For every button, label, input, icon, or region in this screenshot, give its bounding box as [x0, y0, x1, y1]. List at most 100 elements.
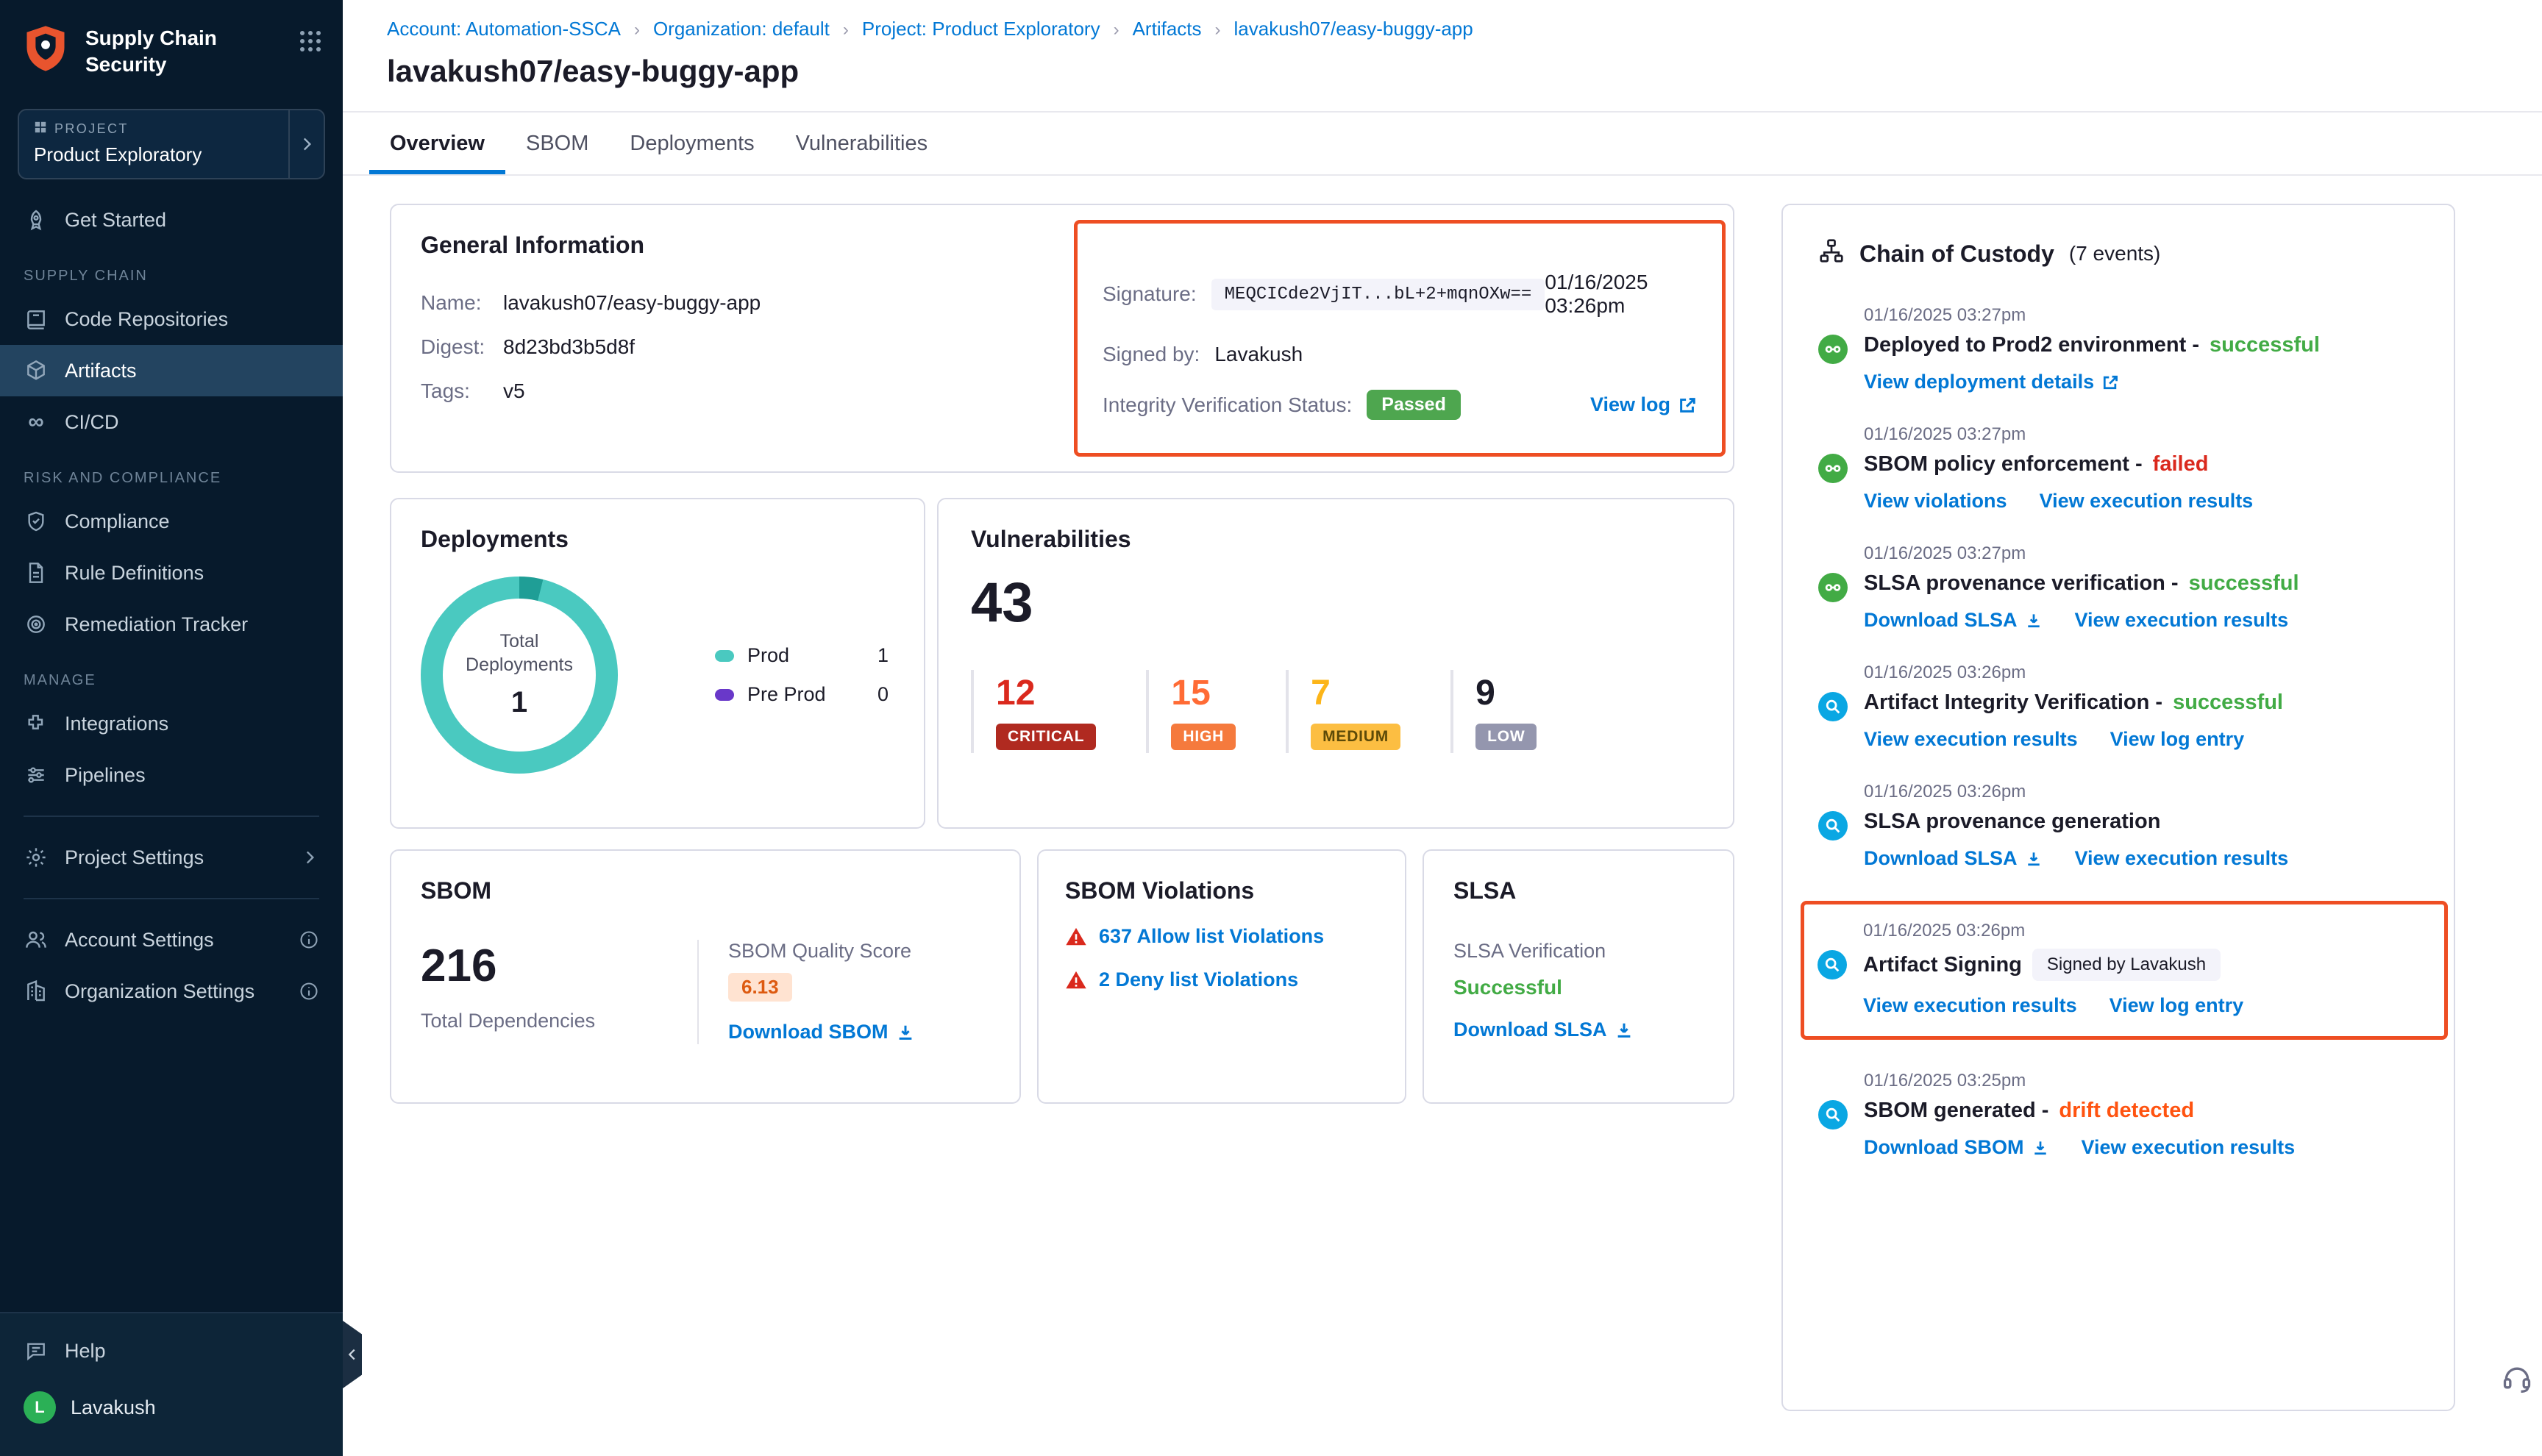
sidebar-item-rule-definitions[interactable]: Rule Definitions	[0, 547, 343, 599]
allow-list-violations-link[interactable]: 637 Allow list Violations	[1099, 925, 1324, 948]
slsa-verification-label: SLSA Verification	[1453, 940, 1703, 963]
severity-critical: 12 CRITICAL	[971, 670, 1146, 753]
sidebar-item-remediation-tracker[interactable]: Remediation Tracker	[0, 599, 343, 650]
pipeline-event-icon	[1818, 335, 1848, 364]
sidebar-item-get-started[interactable]: Get Started	[0, 194, 343, 246]
status-badge-passed: Passed	[1367, 390, 1461, 420]
slsa-status: Successful	[1453, 976, 1703, 999]
warning-icon	[1065, 926, 1087, 948]
severity-badge: LOW	[1475, 724, 1537, 750]
sidebar-item-code-repositories[interactable]: Code Repositories	[0, 293, 343, 345]
sidebar-item-organization-settings[interactable]: Organization Settings	[0, 966, 343, 1017]
user-menu[interactable]: L Lavakush	[0, 1377, 343, 1438]
view-execution-results-link[interactable]: View execution results	[2040, 490, 2254, 513]
view-execution-results-link[interactable]: View execution results	[1864, 728, 2078, 751]
breadcrumb-separator: ›	[634, 20, 640, 40]
signed-by-badge: Signed by Lavakush	[2032, 949, 2221, 981]
card-title: Vulnerabilities	[971, 526, 1701, 553]
severity-low: 9 LOW	[1450, 670, 1587, 753]
tab-overview[interactable]: Overview	[369, 113, 505, 174]
chevron-right-icon[interactable]	[300, 848, 319, 867]
chain-of-custody-card: Chain of Custody (7 events) 01/16/2025 0…	[1781, 204, 2455, 1411]
download-slsa-link[interactable]: Download SLSA	[1453, 1018, 1634, 1041]
view-execution-results-link[interactable]: View execution results	[1863, 994, 2077, 1017]
project-grid-icon	[34, 121, 47, 138]
event-timestamp: 01/16/2025 03:26pm	[1864, 782, 2418, 802]
event-status: failed	[2153, 452, 2209, 477]
sidebar-item-artifacts[interactable]: Artifacts	[0, 345, 343, 396]
module-grid-icon[interactable]	[299, 24, 322, 59]
sbom-quality-score: 6.13	[728, 973, 792, 1002]
scan-event-icon	[1818, 692, 1848, 721]
view-violations-link[interactable]: View violations	[1864, 490, 2007, 513]
tab-sbom[interactable]: SBOM	[505, 113, 609, 174]
sbom-quality-label: SBOM Quality Score	[728, 940, 990, 963]
breadcrumb-artifacts[interactable]: Artifacts	[1133, 18, 1202, 40]
deny-list-violations-link[interactable]: 2 Deny list Violations	[1099, 968, 1298, 991]
download-slsa-link[interactable]: Download SLSA	[1864, 847, 2043, 870]
sidebar-item-pipelines[interactable]: Pipelines	[0, 749, 343, 801]
user-name: Lavakush	[71, 1396, 156, 1419]
download-slsa-link[interactable]: Download SLSA	[1864, 609, 2043, 632]
donut-label: Total Deployments	[453, 629, 585, 677]
breadcrumb-current[interactable]: lavakush07/easy-buggy-app	[1234, 18, 1473, 40]
severity-badge: MEDIUM	[1311, 724, 1400, 750]
sidebar-item-cicd[interactable]: ∞ CI/CD	[0, 396, 343, 448]
sbom-card: SBOM 216 Total Dependencies SBOM Quality…	[390, 849, 1021, 1104]
project-name: Product Exploratory	[34, 143, 274, 166]
sidebar-footer: Help L Lavakush	[0, 1312, 343, 1456]
breadcrumb-separator: ›	[1215, 20, 1221, 40]
event-timestamp: 01/16/2025 03:26pm	[1863, 921, 2427, 941]
support-headset-icon[interactable]	[2501, 1362, 2533, 1400]
download-sbom-link[interactable]: Download SBOM	[728, 1021, 915, 1043]
view-deployment-details-link[interactable]: View deployment details	[1864, 371, 2119, 393]
sidebar-item-help[interactable]: Help	[0, 1325, 343, 1377]
card-title: SLSA	[1453, 877, 1703, 904]
project-selector[interactable]: PROJECT Product Exploratory	[18, 109, 325, 179]
event-sbom-policy-enforcement: 01/16/2025 03:27pm SBOM policy enforceme…	[1818, 424, 2418, 513]
breadcrumb-organization[interactable]: Organization: default	[653, 18, 830, 40]
violation-row: 2 Deny list Violations	[1065, 968, 1378, 991]
sidebar-item-compliance[interactable]: Compliance	[0, 496, 343, 547]
sbom-total-label: Total Dependencies	[421, 1010, 697, 1032]
view-execution-results-link[interactable]: View execution results	[2075, 847, 2289, 870]
info-icon[interactable]	[299, 981, 319, 1002]
info-icon[interactable]	[299, 929, 319, 950]
sidebar-item-project-settings[interactable]: Project Settings	[0, 832, 343, 883]
event-status: successful	[2173, 690, 2283, 715]
chat-icon	[24, 1338, 49, 1363]
external-link-icon	[1678, 396, 1697, 415]
breadcrumb-account[interactable]: Account: Automation-SSCA	[387, 18, 621, 40]
view-log-link[interactable]: View log	[1590, 393, 1697, 416]
violation-row: 637 Allow list Violations	[1065, 925, 1378, 948]
sidebar-item-integrations[interactable]: Integrations	[0, 698, 343, 749]
legend-swatch	[715, 650, 734, 662]
event-slsa-provenance-verification: 01/16/2025 03:27pm SLSA provenance verif…	[1818, 543, 2418, 632]
event-sbom-generated: 01/16/2025 03:25pm SBOM generated - drif…	[1818, 1071, 2418, 1159]
scan-event-icon	[1818, 811, 1848, 841]
breadcrumb-project[interactable]: Project: Product Exploratory	[862, 18, 1100, 40]
scan-event-icon	[1818, 1100, 1848, 1130]
field-signature: Signature: MEQCICde2VjIT...bL+2+mqnOXw==…	[1103, 271, 1697, 318]
view-execution-results-link[interactable]: View execution results	[2075, 609, 2289, 632]
scan-event-icon	[1818, 950, 1847, 979]
view-log-entry-link[interactable]: View log entry	[2110, 728, 2245, 751]
view-log-entry-link[interactable]: View log entry	[2110, 994, 2244, 1017]
tab-bar: Overview SBOM Deployments Vulnerabilitie…	[343, 113, 2542, 176]
shield-check-icon	[24, 509, 49, 534]
warning-icon	[1065, 969, 1087, 991]
overview-content: General Information Name: lavakush07/eas…	[343, 176, 2542, 1456]
sidebar-item-account-settings[interactable]: Account Settings	[0, 914, 343, 966]
tab-vulnerabilities[interactable]: Vulnerabilities	[775, 113, 948, 174]
vulnerabilities-card: Vulnerabilities 43 12 CRITICAL 15 HIGH	[937, 498, 1734, 829]
slsa-card: SLSA SLSA Verification Successful Downlo…	[1423, 849, 1734, 1104]
gear-icon	[24, 845, 49, 870]
view-execution-results-link[interactable]: View execution results	[2082, 1136, 2296, 1159]
field-digest: Digest: 8d23bd3b5d8f	[421, 335, 1039, 359]
sidebar-nav: Get Started SUPPLY CHAIN Code Repositori…	[0, 191, 343, 1312]
tab-deployments[interactable]: Deployments	[609, 113, 775, 174]
download-sbom-link[interactable]: Download SBOM	[1864, 1136, 2049, 1159]
chain-of-custody-title: Chain of Custody	[1859, 240, 2054, 268]
deployments-legend: Prod 1 Pre Prod 0	[715, 628, 889, 722]
chevron-right-icon[interactable]	[288, 110, 324, 178]
